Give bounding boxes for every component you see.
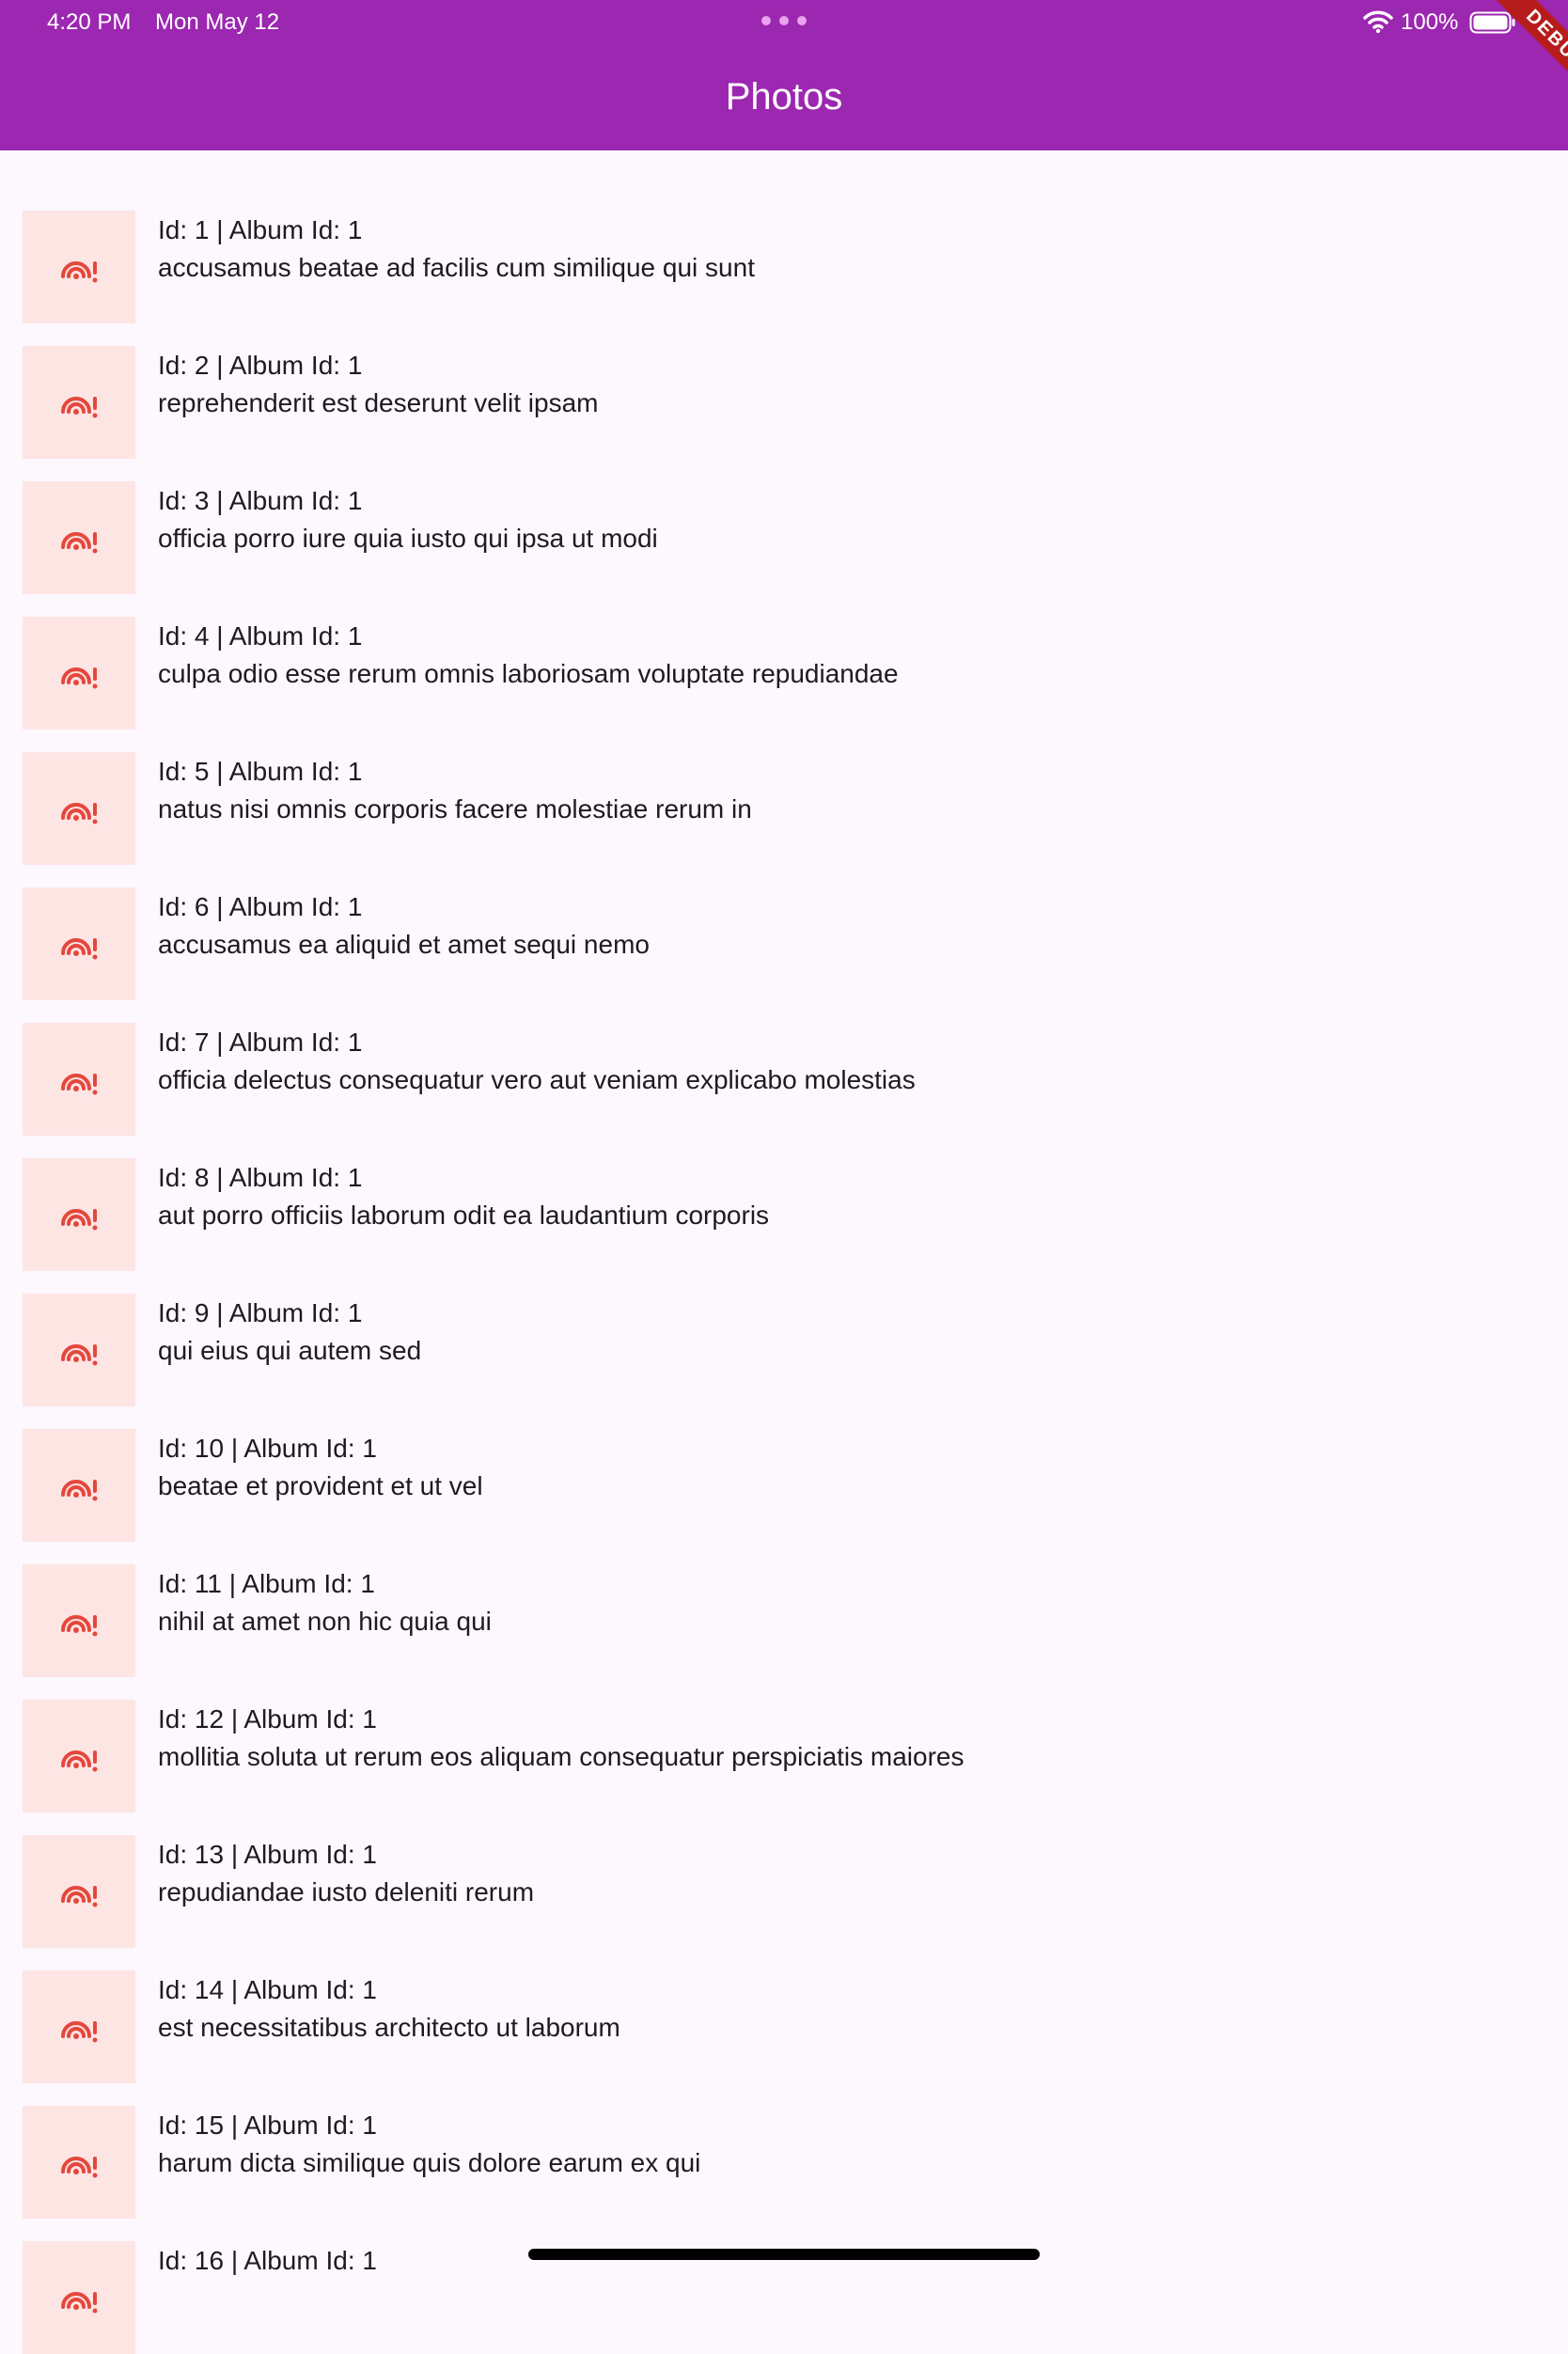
broken-image-icon: [61, 1750, 98, 1772]
broken-image-icon: [61, 1344, 98, 1366]
photo-list[interactable]: Id: 1 | Album Id: 1 accusamus beatae ad f…: [0, 169, 1568, 2354]
broken-image-icon: [61, 2021, 98, 2043]
app-bar: 4:20 PM Mon May 12 100% Photos: [0, 0, 1568, 150]
photo-title: aut porro officiis laborum odit ea lauda…: [158, 1201, 770, 1230]
photo-id-label: Id: 14 | Album Id: 1: [158, 1975, 377, 2004]
photo-list-item[interactable]: Id: 14 | Album Id: 1 est necessitatibus a…: [0, 1929, 1568, 2083]
photo-list-item[interactable]: Id: 3 | Album Id: 1 officia porro iure qu…: [0, 440, 1568, 594]
photo-id-label: Id: 11 | Album Id: 1: [158, 1569, 375, 1598]
broken-image-icon: [61, 803, 98, 824]
photo-id-label: Id: 7 | Album Id: 1: [158, 1028, 363, 1057]
photo-title: accusamus beatae ad facilis cum similiqu…: [158, 253, 755, 282]
status-bar: 4:20 PM Mon May 12 100%: [0, 0, 1568, 45]
broken-image-icon: [61, 938, 98, 960]
debug-banner-label: DEBUG: [1493, 0, 1568, 104]
photo-title: reprehenderit est deserunt velit ipsam: [158, 388, 599, 417]
status-time: 4:20 PM: [47, 9, 132, 35]
photo-list-item[interactable]: Id: 8 | Album Id: 1 aut porro officiis la…: [0, 1117, 1568, 1271]
broken-image-icon: [61, 2292, 98, 2314]
photo-list-item[interactable]: Id: 5 | Album Id: 1 natus nisi omnis corp…: [0, 711, 1568, 865]
page-title: Photos: [725, 76, 843, 118]
broken-image-icon: [61, 397, 98, 418]
photo-title: officia delectus consequatur vero aut ve…: [158, 1065, 916, 1094]
wifi-icon: [1363, 10, 1393, 34]
photo-list-item[interactable]: Id: 7 | Album Id: 1 officia delectus cons…: [0, 981, 1568, 1136]
debug-banner: DEBUG: [1455, 0, 1568, 113]
photo-list-item[interactable]: Id: 13 | Album Id: 1 repudiandae iusto de…: [0, 1794, 1568, 1948]
photo-title: qui eius qui autem sed: [158, 1336, 422, 1365]
photo-title: officia porro iure quia iusto qui ipsa u…: [158, 524, 658, 553]
photo-id-label: Id: 4 | Album Id: 1: [158, 621, 363, 651]
photo-id-label: Id: 15 | Album Id: 1: [158, 2111, 377, 2140]
photo-title: harum dicta similique quis dolore earum …: [158, 2148, 701, 2177]
home-indicator[interactable]: [528, 2249, 1040, 2260]
photo-list-item[interactable]: Id: 10 | Album Id: 1 beatae et provident …: [0, 1388, 1568, 1542]
photo-list-item[interactable]: Id: 11 | Album Id: 1 nihil at amet non hi…: [0, 1523, 1568, 1677]
photo-list-item[interactable]: Id: 1 | Album Id: 1 accusamus beatae ad f…: [0, 169, 1568, 323]
broken-image-icon: [61, 1480, 98, 1501]
photo-list-item[interactable]: Id: 12 | Album Id: 1 mollitia soluta ut r…: [0, 1658, 1568, 1813]
photo-title: nihil at amet non hic quia qui: [158, 1607, 492, 1636]
photo-id-label: Id: 5 | Album Id: 1: [158, 757, 363, 786]
photo-id-label: Id: 2 | Album Id: 1: [158, 351, 363, 380]
battery-percentage: 100%: [1401, 9, 1459, 35]
photo-id-label: Id: 10 | Album Id: 1: [158, 1434, 377, 1463]
photo-id-label: Id: 12 | Album Id: 1: [158, 1704, 377, 1734]
broken-image-icon: [61, 667, 98, 689]
photo-id-label: Id: 3 | Album Id: 1: [158, 486, 363, 515]
photo-id-label: Id: 8 | Album Id: 1: [158, 1163, 363, 1192]
photo-title: beatae et provident et ut vel: [158, 1471, 483, 1500]
broken-image-icon: [61, 261, 98, 283]
broken-image-icon: [61, 532, 98, 554]
photo-id-label: Id: 9 | Album Id: 1: [158, 1298, 363, 1327]
photo-list-item[interactable]: Id: 15 | Album Id: 1 harum dicta similiqu…: [0, 2064, 1568, 2219]
photo-title: est necessitatibus architecto ut laborum: [158, 2013, 620, 2042]
photo-id-label: Id: 16 | Album Id: 1: [158, 2246, 377, 2275]
photo-title: repudiandae iusto deleniti rerum: [158, 1877, 535, 1907]
multitasking-dots-icon[interactable]: [761, 16, 807, 27]
photo-title: culpa odio esse rerum omnis laboriosam v…: [158, 659, 899, 688]
photo-list-item[interactable]: Id: 6 | Album Id: 1 accusamus ea aliquid …: [0, 846, 1568, 1000]
broken-image-icon: [61, 2157, 98, 2178]
photo-title: mollitia soluta ut rerum eos aliquam con…: [158, 1742, 964, 1771]
broken-image-icon: [61, 1209, 98, 1231]
photo-list-item[interactable]: Id: 9 | Album Id: 1 qui eius qui autem se…: [0, 1252, 1568, 1406]
photo-list-item[interactable]: Id: 2 | Album Id: 1 reprehenderit est des…: [0, 305, 1568, 459]
broken-image-icon: [61, 1615, 98, 1637]
broken-image-icon: [61, 1886, 98, 1907]
broken-image-icon: [61, 1074, 98, 1095]
photo-id-label: Id: 13 | Album Id: 1: [158, 1840, 377, 1869]
photo-title: natus nisi omnis corporis facere molesti…: [158, 794, 752, 824]
photo-list-item[interactable]: Id: 16 | Album Id: 1: [0, 2200, 1568, 2354]
status-date: Mon May 12: [155, 9, 280, 35]
photo-title: accusamus ea aliquid et amet sequi nemo: [158, 930, 650, 959]
photo-id-label: Id: 1 | Album Id: 1: [158, 215, 363, 244]
photo-thumbnail: [23, 2241, 135, 2354]
photo-id-label: Id: 6 | Album Id: 1: [158, 892, 363, 921]
photo-list-item[interactable]: Id: 4 | Album Id: 1 culpa odio esse rerum…: [0, 575, 1568, 730]
